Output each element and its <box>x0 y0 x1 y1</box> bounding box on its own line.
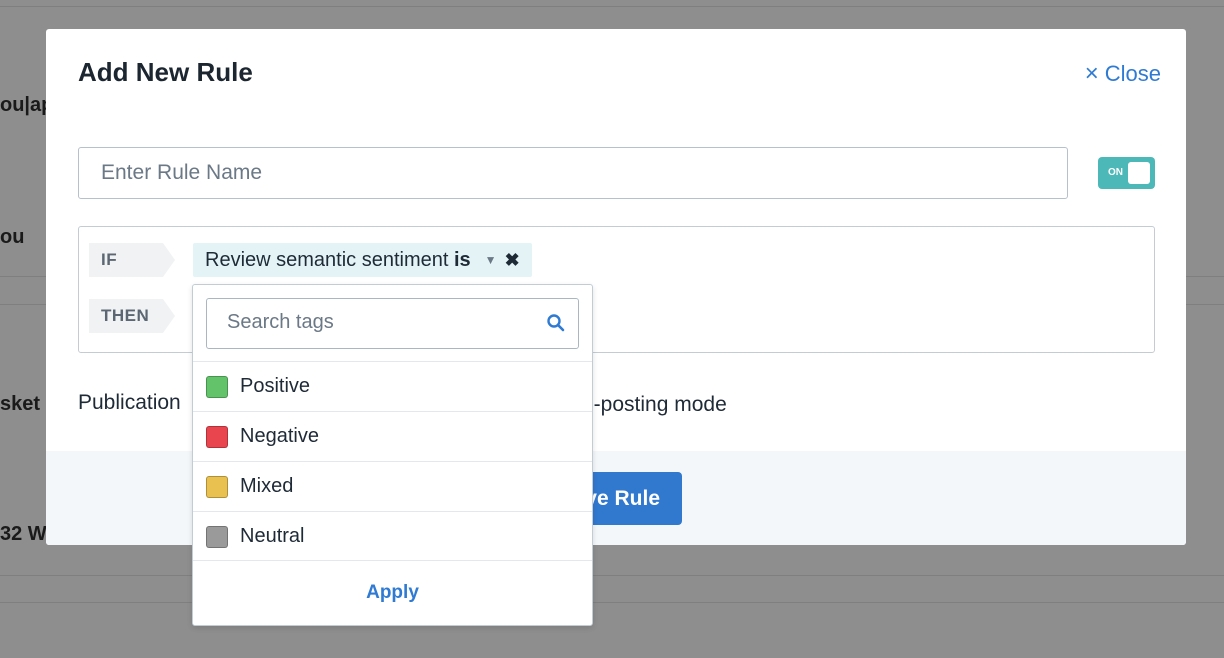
bg-text: sket <box>0 393 41 415</box>
tag-option-mixed[interactable]: Mixed <box>193 461 592 511</box>
search-icon[interactable] <box>546 313 566 333</box>
close-label: Close <box>1104 61 1161 86</box>
autoposting-mode-label: o-posting mode <box>582 393 727 416</box>
condition-text: Review semantic sentiment is <box>205 249 471 272</box>
bg-text: ou <box>0 226 25 248</box>
tag-color-swatch <box>206 375 228 398</box>
tag-search-input[interactable] <box>207 299 547 345</box>
tag-option-positive[interactable]: Positive <box>193 361 592 411</box>
apply-button[interactable]: Apply <box>366 582 419 604</box>
tag-search-field <box>206 298 579 349</box>
tag-label: Mixed <box>240 475 294 497</box>
tag-label: Negative <box>240 425 319 447</box>
tag-label: Positive <box>240 375 311 397</box>
condition-operator: is <box>453 248 471 271</box>
bg-divider <box>0 6 1224 7</box>
modal-title: Add New Rule <box>78 57 253 87</box>
bg-divider <box>0 602 1224 603</box>
tag-option-negative[interactable]: Negative <box>193 411 592 461</box>
then-step-label: THEN <box>89 299 175 333</box>
condition-field: Review semantic sentiment <box>205 248 454 271</box>
toggle-label: ON <box>1108 167 1123 178</box>
tag-option-neutral[interactable]: Neutral <box>193 511 592 561</box>
tag-color-swatch <box>206 425 228 448</box>
if-step-label: IF <box>89 243 175 277</box>
tag-list: Positive Negative Mixed Neutral <box>193 361 592 561</box>
rule-name-input[interactable] <box>78 147 1068 199</box>
remove-condition-icon[interactable]: ✖ <box>505 250 520 271</box>
bg-divider <box>0 575 1224 576</box>
condition-chip[interactable]: Review semantic sentiment is ▼ ✖ <box>193 243 532 277</box>
publication-label: Publication <box>78 391 181 414</box>
rule-active-toggle[interactable]: ON <box>1098 157 1155 189</box>
tag-color-swatch <box>206 475 228 498</box>
close-icon: × <box>1084 60 1099 87</box>
apply-row: Apply <box>193 560 592 625</box>
close-button[interactable]: × Close <box>1085 61 1161 87</box>
chevron-down-icon[interactable]: ▼ <box>485 253 497 267</box>
toggle-knob <box>1128 162 1150 184</box>
tag-color-swatch <box>206 525 228 548</box>
tag-label: Neutral <box>240 525 305 547</box>
tag-dropdown: Positive Negative Mixed Neutral Apply <box>192 284 593 626</box>
